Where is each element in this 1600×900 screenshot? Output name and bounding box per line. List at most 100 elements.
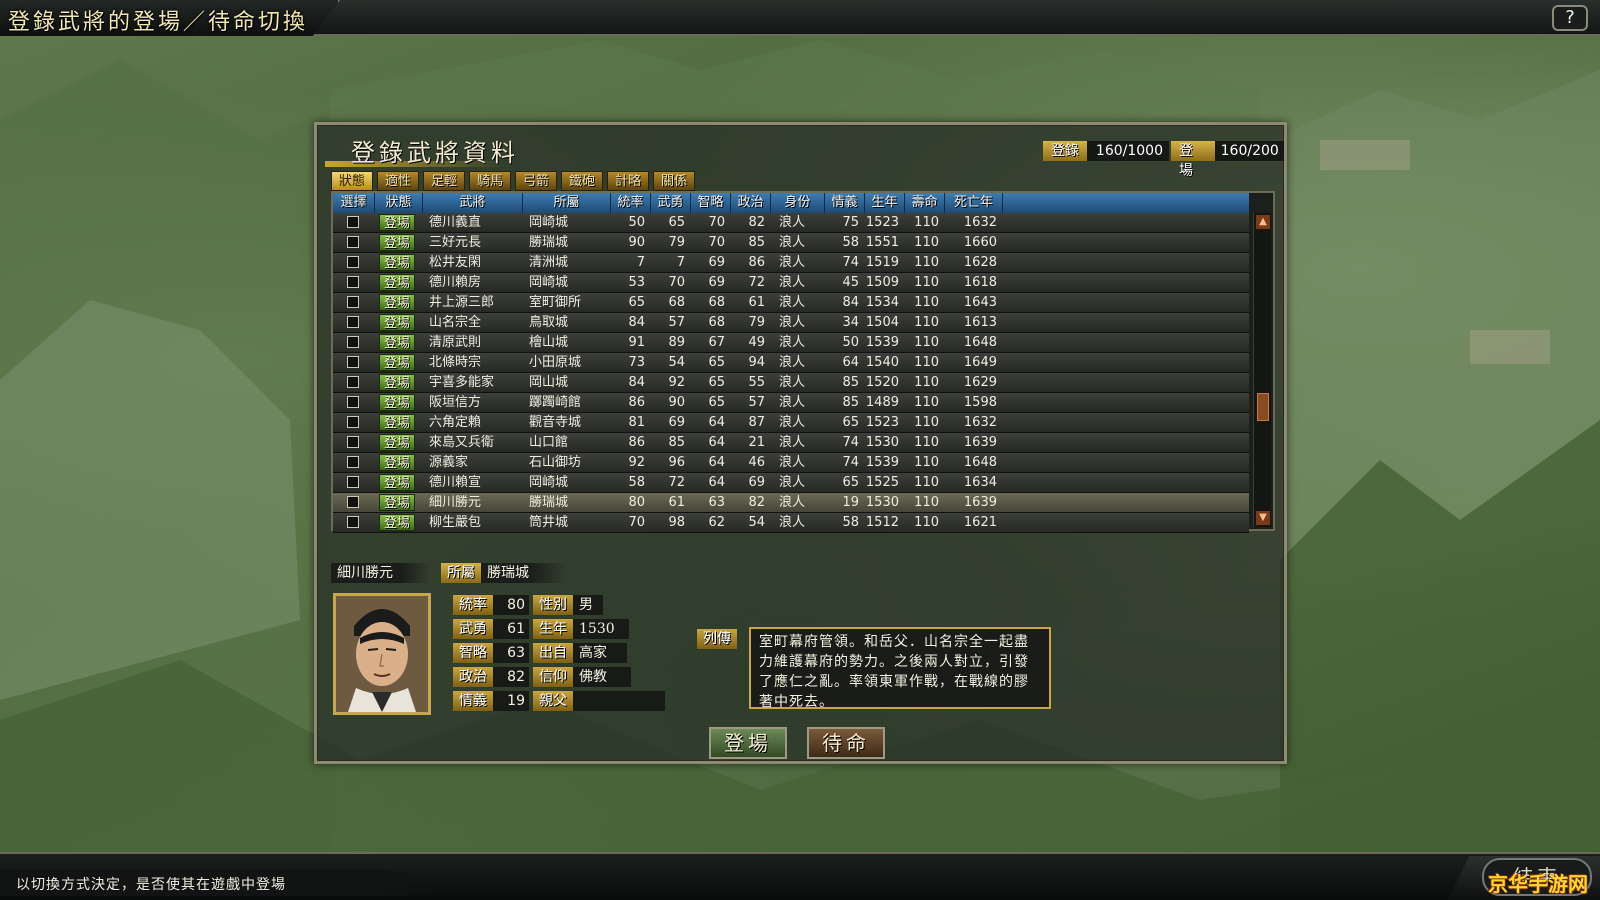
table-row[interactable]: 登場 柳生嚴包 筒井城 70 98 62 54 浪人 58 1512 110 1621 — [333, 513, 1249, 533]
status-badge[interactable]: 登場 — [379, 514, 415, 531]
select-checkbox[interactable] — [347, 396, 359, 408]
scroll-thumb[interactable] — [1257, 393, 1269, 421]
status-cell: 登場 — [375, 233, 423, 252]
table-row[interactable]: 登場 細川勝元 勝瑞城 80 61 63 82 浪人 19 1530 110 1639 — [333, 493, 1249, 513]
select-checkbox[interactable] — [347, 496, 359, 508]
tab-0[interactable]: 狀態 — [331, 171, 373, 191]
status-badge[interactable]: 登場 — [379, 494, 415, 511]
column-header-2[interactable]: 武將 — [423, 193, 523, 213]
select-checkbox[interactable] — [347, 296, 359, 308]
status-badge[interactable]: 登場 — [379, 214, 415, 231]
table-row[interactable]: 登場 山名宗全 鳥取城 84 57 68 79 浪人 34 1504 110 1613 — [333, 313, 1249, 333]
cell-death: 1621 — [963, 515, 997, 530]
select-checkbox[interactable] — [347, 516, 359, 528]
select-checkbox[interactable] — [347, 376, 359, 388]
cell-politics: 46 — [748, 455, 765, 470]
scroll-down-icon[interactable]: ▼ — [1256, 511, 1270, 525]
cell-name: 德川賴房 — [429, 275, 482, 290]
cell-valor: 72 — [668, 475, 685, 490]
select-cell — [333, 453, 375, 472]
table-scrollbar[interactable]: ▲ ▼ — [1253, 213, 1271, 527]
column-header-7[interactable]: 政治 — [731, 193, 771, 213]
tab-5[interactable]: 鐵砲 — [561, 171, 603, 191]
cell-valor: 70 — [668, 275, 685, 290]
cell-birth: 1540 — [865, 355, 899, 370]
table-row[interactable]: 登場 來島又兵衛 山口館 86 85 64 21 浪人 74 1530 110 1639 — [333, 433, 1249, 453]
status-badge[interactable]: 登場 — [379, 354, 415, 371]
tab-6[interactable]: 計略 — [607, 171, 649, 191]
cell-lifespan: 110 — [914, 495, 939, 510]
select-cell — [333, 513, 375, 532]
table-row[interactable]: 登場 松井友閑 清洲城 7 7 69 86 浪人 74 1519 110 1628 — [333, 253, 1249, 273]
table-row[interactable]: 登場 六角定賴 觀音寺城 81 69 64 87 浪人 65 1523 110 1632 — [333, 413, 1249, 433]
column-header-8[interactable]: 身份 — [771, 193, 825, 213]
status-badge[interactable]: 登場 — [379, 454, 415, 471]
table-row[interactable]: 登場 清原武則 檜山城 91 89 67 49 浪人 50 1539 110 1648 — [333, 333, 1249, 353]
cell-valor: 57 — [668, 315, 685, 330]
table-row[interactable]: 登場 德川義直 岡崎城 50 65 70 82 浪人 75 1523 110 1632 — [333, 213, 1249, 233]
status-badge[interactable]: 登場 — [379, 254, 415, 271]
table-body: 登場 德川義直 岡崎城 50 65 70 82 浪人 75 1523 110 1632 登場 三好元長 勝瑞… — [333, 213, 1249, 533]
status-badge[interactable]: 登場 — [379, 314, 415, 331]
table-row[interactable]: 登場 阪垣信方 躑躅崎館 86 90 65 57 浪人 85 1489 110 1598 — [333, 393, 1249, 413]
table-row[interactable]: 登場 源義家 石山御坊 92 96 64 46 浪人 74 1539 110 1648 — [333, 453, 1249, 473]
cell-rank: 浪人 — [779, 515, 806, 530]
status-badge[interactable]: 登場 — [379, 394, 415, 411]
tab-7[interactable]: 關係 — [653, 171, 695, 191]
column-header-3[interactable]: 所屬 — [523, 193, 611, 213]
table-row[interactable]: 登場 宇喜多能家 岡山城 84 92 65 55 浪人 85 1520 110 1629 — [333, 373, 1249, 393]
cell-birth: 1530 — [865, 495, 899, 510]
cell-politics: 55 — [748, 375, 765, 390]
standby-button[interactable]: 待命 — [807, 727, 885, 759]
select-checkbox[interactable] — [347, 456, 359, 468]
tab-1[interactable]: 適性 — [377, 171, 419, 191]
column-header-1[interactable]: 狀態 — [375, 193, 423, 213]
select-checkbox[interactable] — [347, 256, 359, 268]
table-row[interactable]: 登場 井上源三郎 室町御所 65 68 68 61 浪人 84 1534 110 1643 — [333, 293, 1249, 313]
appear-button[interactable]: 登場 — [709, 727, 787, 759]
column-header-4[interactable]: 統率 — [611, 193, 651, 213]
select-checkbox[interactable] — [347, 356, 359, 368]
tab-2[interactable]: 足輕 — [423, 171, 465, 191]
column-header-10[interactable]: 生年 — [865, 193, 905, 213]
column-header-9[interactable]: 情義 — [825, 193, 865, 213]
status-badge[interactable]: 登場 — [379, 274, 415, 291]
status-badge[interactable]: 登場 — [379, 474, 415, 491]
status-cell: 登場 — [375, 273, 423, 292]
tab-3[interactable]: 騎馬 — [469, 171, 511, 191]
cell-name: 德川義直 — [429, 215, 482, 230]
status-badge[interactable]: 登場 — [379, 234, 415, 251]
select-checkbox[interactable] — [347, 476, 359, 488]
table-row[interactable]: 登場 北條時宗 小田原城 73 54 65 94 浪人 64 1540 110 1649 — [333, 353, 1249, 373]
select-checkbox[interactable] — [347, 416, 359, 428]
select-checkbox[interactable] — [347, 436, 359, 448]
column-header-12[interactable]: 死亡年 — [945, 193, 1003, 213]
select-checkbox[interactable] — [347, 236, 359, 248]
column-header-11[interactable]: 壽命 — [905, 193, 945, 213]
table-row[interactable]: 登場 德川賴宣 岡崎城 58 72 64 69 浪人 65 1525 110 1634 — [333, 473, 1249, 493]
cell-leadership: 65 — [628, 295, 645, 310]
select-checkbox[interactable] — [347, 316, 359, 328]
status-badge[interactable]: 登場 — [379, 374, 415, 391]
cell-lifespan: 110 — [914, 255, 939, 270]
scroll-up-icon[interactable]: ▲ — [1256, 215, 1270, 229]
select-checkbox[interactable] — [347, 336, 359, 348]
select-checkbox[interactable] — [347, 216, 359, 228]
stat-label: 情義 — [453, 691, 493, 711]
info-label: 親父 — [533, 691, 573, 711]
column-header-5[interactable]: 武勇 — [651, 193, 691, 213]
status-cell: 登場 — [375, 473, 423, 492]
status-badge[interactable]: 登場 — [379, 294, 415, 311]
table-row[interactable]: 登場 德川賴房 岡崎城 53 70 69 72 浪人 45 1509 110 1618 — [333, 273, 1249, 293]
column-header-0[interactable]: 選擇 — [333, 193, 375, 213]
tab-4[interactable]: 弓箭 — [515, 171, 557, 191]
select-checkbox[interactable] — [347, 276, 359, 288]
cell-intellect: 64 — [708, 435, 725, 450]
status-badge[interactable]: 登場 — [379, 334, 415, 351]
table-row[interactable]: 登場 三好元長 勝瑞城 90 79 70 85 浪人 58 1551 110 1660 — [333, 233, 1249, 253]
help-button[interactable]: ? — [1552, 5, 1588, 31]
status-badge[interactable]: 登場 — [379, 434, 415, 451]
status-badge[interactable]: 登場 — [379, 414, 415, 431]
cell-lifespan: 110 — [914, 295, 939, 310]
column-header-6[interactable]: 智略 — [691, 193, 731, 213]
